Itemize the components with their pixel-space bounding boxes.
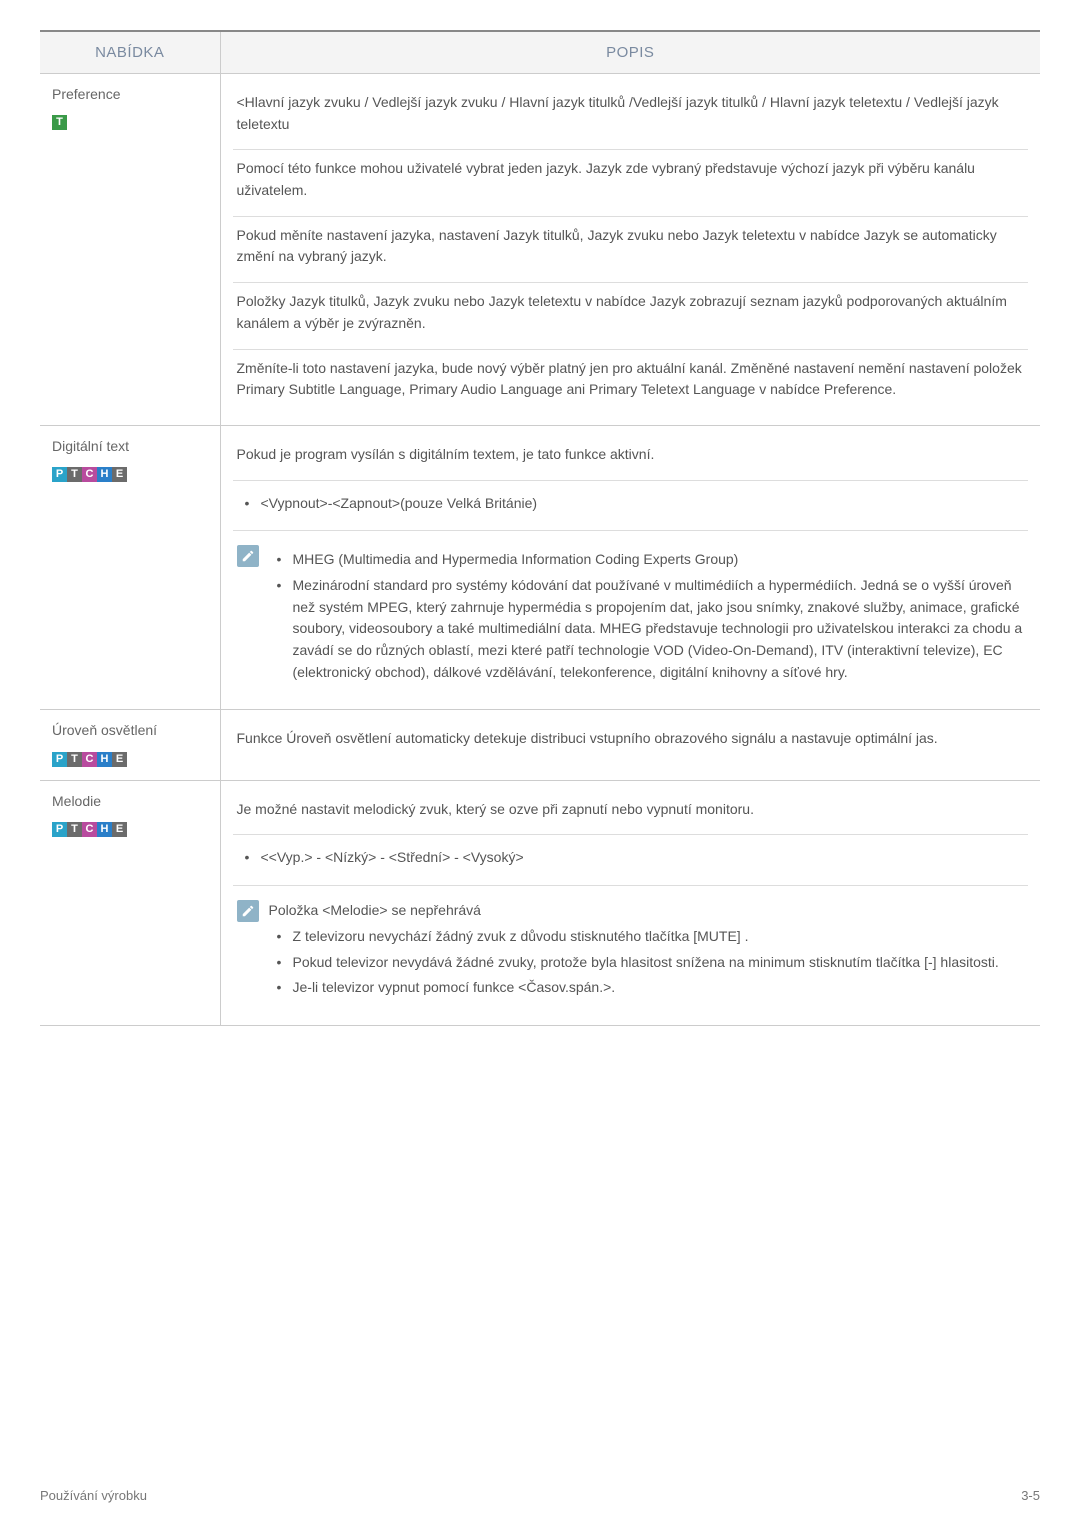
desc-block: Funkce Úroveň osvětlení automaticky dete… xyxy=(233,720,1029,764)
badge-t-green-icon: T xyxy=(52,115,67,130)
bullet-list: Z televizoru nevychází žádný zvuk z důvo… xyxy=(269,926,1025,999)
badge-t-icon: T xyxy=(67,467,82,482)
badge-c-icon: C xyxy=(82,822,97,837)
desc-block: Položka <Melodie> se nepřehrává Z televiz… xyxy=(233,886,1029,1015)
badge-h-icon: H xyxy=(97,822,112,837)
bullet-list: MHEG (Multimedia and Hypermedia Informat… xyxy=(269,549,1025,683)
menu-title: Úroveň osvětlení xyxy=(52,720,208,742)
desc-paragraph: Pomocí této funkce mohou uživatelé vybra… xyxy=(237,158,1025,201)
note-pencil-icon xyxy=(237,900,259,922)
list-item: Mezinárodní standard pro systémy kódován… xyxy=(275,575,1025,683)
desc-paragraph: Je možné nastavit melodický zvuk, který … xyxy=(237,799,1025,821)
badge-row: PTCHE xyxy=(52,464,208,486)
desc-paragraph: Funkce Úroveň osvětlení automaticky dete… xyxy=(237,728,1025,750)
desc-paragraph: Změníte-li toto nastavení jazyka, bude n… xyxy=(237,358,1025,401)
list-item: <<Vyp.> - <Nízký> - <Střední> - <Vysoký> xyxy=(243,847,1025,869)
table-header-row: NABÍDKA POPIS xyxy=(40,31,1040,74)
menu-table: NABÍDKA POPIS Preference T <Hlavní jazyk z… xyxy=(40,30,1040,1026)
header-desc: POPIS xyxy=(220,31,1040,74)
menu-cell: Digitální text PTCHE xyxy=(40,425,220,710)
menu-title: Melodie xyxy=(52,791,208,813)
desc-cell: <Hlavní jazyk zvuku / Vedlejší jazyk zvu… xyxy=(220,74,1040,426)
note-box: MHEG (Multimedia and Hypermedia Informat… xyxy=(237,539,1025,687)
badge-p-icon: P xyxy=(52,752,67,767)
list-item: Je-li televizor vypnut pomocí funkce <Ča… xyxy=(275,977,1025,999)
footer-right: 3-5 xyxy=(1021,1488,1040,1503)
desc-block: <Hlavní jazyk zvuku / Vedlejší jazyk zvu… xyxy=(233,84,1029,150)
menu-title: Digitální text xyxy=(52,436,208,458)
desc-block: Pomocí této funkce mohou uživatelé vybra… xyxy=(233,150,1029,216)
badge-p-icon: P xyxy=(52,822,67,837)
list-item: MHEG (Multimedia and Hypermedia Informat… xyxy=(275,549,1025,571)
table-row: Úroveň osvětlení PTCHE Funkce Úroveň osvět… xyxy=(40,710,1040,780)
table-row: Preference T <Hlavní jazyk zvuku / Vedlejš… xyxy=(40,74,1040,426)
desc-paragraph: Pokud měníte nastavení jazyka, nastavení… xyxy=(237,225,1025,268)
desc-cell: Pokud je program vysílán s digitálním te… xyxy=(220,425,1040,710)
menu-title: Preference xyxy=(52,84,208,106)
desc-block: Změníte-li toto nastavení jazyka, bude n… xyxy=(233,350,1029,415)
badge-e-icon: E xyxy=(112,822,127,837)
badge-h-icon: H xyxy=(97,752,112,767)
menu-cell: Preference T xyxy=(40,74,220,426)
menu-cell: Melodie PTCHE xyxy=(40,780,220,1025)
list-item: Z televizoru nevychází žádný zvuk z důvo… xyxy=(275,926,1025,948)
note-body: Položka <Melodie> se nepřehrává Z televiz… xyxy=(269,900,1025,1003)
badge-e-icon: E xyxy=(112,752,127,767)
badge-c-icon: C xyxy=(82,752,97,767)
badge-t-icon: T xyxy=(67,822,82,837)
table-row: Melodie PTCHE Je možné nastavit melodický … xyxy=(40,780,1040,1025)
note-box: Položka <Melodie> se nepřehrává Z televiz… xyxy=(237,894,1025,1003)
desc-paragraph: <Hlavní jazyk zvuku / Vedlejší jazyk zvu… xyxy=(237,92,1025,135)
desc-block: Pokud měníte nastavení jazyka, nastavení… xyxy=(233,217,1029,283)
note-body: MHEG (Multimedia and Hypermedia Informat… xyxy=(269,545,1025,687)
desc-block: Je možné nastavit melodický zvuk, který … xyxy=(233,791,1029,836)
badge-t-icon: T xyxy=(67,752,82,767)
bullet-list: <Vypnout>-<Zapnout>(pouze Velká Británie… xyxy=(237,493,1025,515)
desc-block: Položky Jazyk titulků, Jazyk zvuku nebo … xyxy=(233,283,1029,349)
page-footer: Používání výrobku 3-5 xyxy=(40,1488,1040,1503)
desc-block: <<Vyp.> - <Nízký> - <Střední> - <Vysoký> xyxy=(233,835,1029,886)
note-pencil-icon xyxy=(237,545,259,567)
desc-cell: Funkce Úroveň osvětlení automaticky dete… xyxy=(220,710,1040,780)
desc-cell: Je možné nastavit melodický zvuk, který … xyxy=(220,780,1040,1025)
list-item: Pokud televizor nevydává žádné zvuky, pr… xyxy=(275,952,1025,974)
desc-block: MHEG (Multimedia and Hypermedia Informat… xyxy=(233,531,1029,699)
desc-block: Pokud je program vysílán s digitálním te… xyxy=(233,436,1029,481)
badge-row: PTCHE xyxy=(52,748,208,770)
badge-c-icon: C xyxy=(82,467,97,482)
badge-p-icon: P xyxy=(52,467,67,482)
footer-left: Používání výrobku xyxy=(40,1488,147,1503)
menu-cell: Úroveň osvětlení PTCHE xyxy=(40,710,220,780)
note-lead-text: Položka <Melodie> se nepřehrává xyxy=(269,900,1025,922)
badge-e-icon: E xyxy=(112,467,127,482)
desc-block: <Vypnout>-<Zapnout>(pouze Velká Británie… xyxy=(233,481,1029,532)
table-row: Digitální text PTCHE Pokud je program vysí… xyxy=(40,425,1040,710)
badge-h-icon: H xyxy=(97,467,112,482)
header-menu: NABÍDKA xyxy=(40,31,220,74)
badge-row: T xyxy=(52,112,208,134)
bullet-list: <<Vyp.> - <Nízký> - <Střední> - <Vysoký> xyxy=(237,847,1025,869)
desc-paragraph: Pokud je program vysílán s digitálním te… xyxy=(237,444,1025,466)
desc-paragraph: Položky Jazyk titulků, Jazyk zvuku nebo … xyxy=(237,291,1025,334)
badge-row: PTCHE xyxy=(52,818,208,840)
list-item: <Vypnout>-<Zapnout>(pouze Velká Británie… xyxy=(243,493,1025,515)
